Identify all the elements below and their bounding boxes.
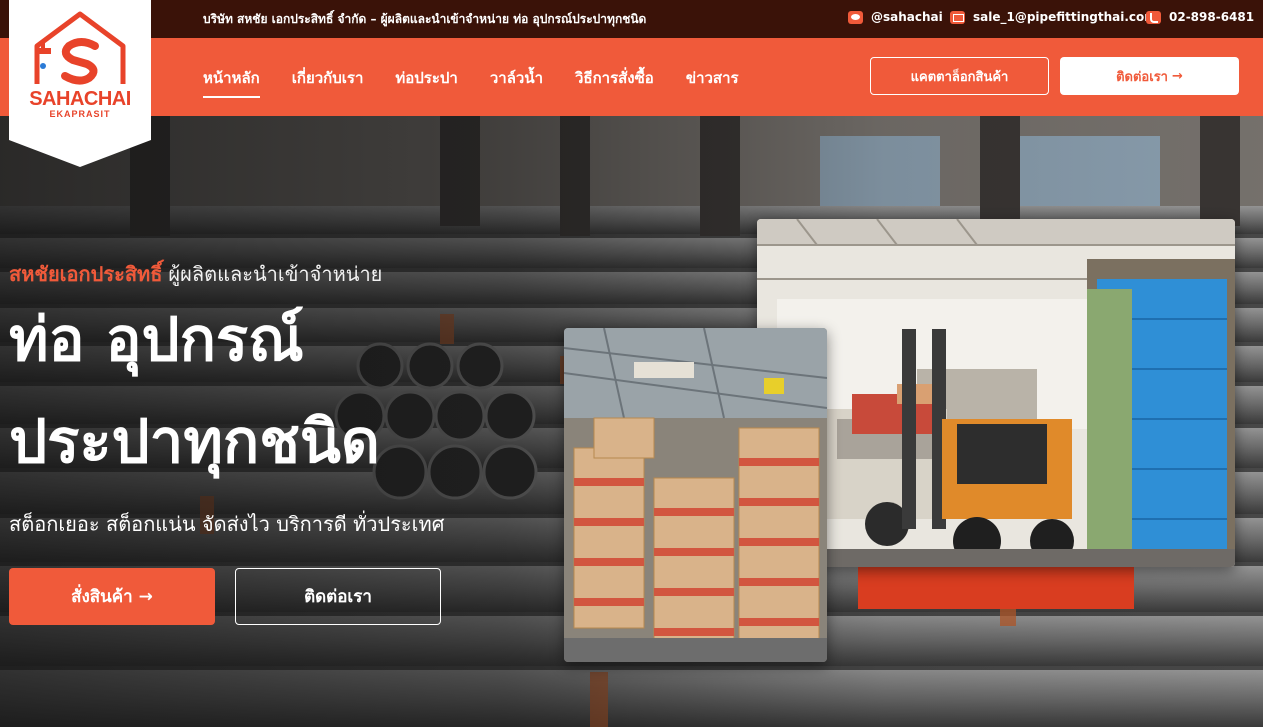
nav-item-valves[interactable]: วาล์วน้ำ [490, 66, 543, 98]
logo-badge-icon [9, 0, 151, 167]
email-address: sale_1@pipefittingthai.com [973, 10, 1157, 24]
line-contact[interactable]: @sahachai [848, 10, 943, 24]
logo-name: SAHACHAI [29, 88, 131, 110]
phone-number: 02-898-6481 [1169, 10, 1255, 24]
hero-kicker-rest: ผู้ผลิตและนำเข้าจำหน่าย [168, 262, 383, 286]
arrow-right-icon: → [1171, 68, 1183, 84]
hero-contact-button[interactable]: ติดต่อเรา [235, 568, 441, 625]
nav-item-news[interactable]: ข่าวสาร [686, 66, 739, 98]
email-contact[interactable]: sale_1@pipefittingthai.com [950, 10, 1157, 24]
nav-item-home[interactable]: หน้าหลัก [203, 66, 260, 98]
line-id: @sahachai [871, 10, 943, 24]
hero-title-line1: ท่อ อุปกรณ์ [9, 305, 304, 375]
order-button[interactable]: สั่งสินค้า → [9, 568, 215, 625]
nav-item-about[interactable]: เกี่ยวกับเรา [292, 66, 364, 98]
main-navbar: หน้าหลัก เกี่ยวกับเรา ท่อประปา วาล์วน้ำ … [0, 38, 1263, 116]
arrow-right-icon: → [138, 586, 153, 607]
phone-icon [1146, 10, 1161, 24]
contact-button[interactable]: ติดต่อเรา → [1060, 57, 1239, 95]
nav-item-pipes[interactable]: ท่อประปา [395, 66, 457, 98]
mail-icon [950, 10, 965, 24]
order-button-label: สั่งสินค้า [71, 587, 133, 607]
hero-subtitle: สต็อกเยอะ สต็อกแน่น จัดส่งไว บริการดี ทั… [9, 512, 445, 536]
forklift-photo-image [757, 219, 1235, 567]
stock-boxes-photo [564, 328, 827, 662]
forklift-warehouse-photo [757, 219, 1235, 567]
stock-boxes-image [564, 328, 827, 662]
top-info-bar: บริษัท สหชัย เอกประสิทธิ์ จำกัด – ผู้ผลิ… [0, 0, 1263, 38]
main-nav: หน้าหลัก เกี่ยวกับเรา ท่อประปา วาล์วน้ำ … [203, 66, 739, 98]
contact-button-label: ติดต่อเรา [1116, 69, 1168, 85]
photo-accent-block [858, 566, 1134, 609]
hero-brand-name: สหชัยเอกประสิทธิ์ [9, 262, 163, 286]
hero-kicker: สหชัยเอกประสิทธิ์ ผู้ผลิตและนำเข้าจำหน่าย [9, 258, 382, 290]
company-tagline: บริษัท สหชัย เอกประสิทธิ์ จำกัด – ผู้ผลิ… [203, 12, 647, 26]
logo-subname: EKAPRASIT [49, 109, 111, 119]
phone-contact[interactable]: 02-898-6481 [1146, 10, 1254, 24]
company-logo[interactable]: SAHACHAI EKAPRASIT [9, 0, 151, 167]
catalog-button[interactable]: แคตตาล็อกสินค้า [870, 57, 1049, 95]
hero-title-line2: ประปาทุกชนิด [9, 407, 380, 477]
line-icon [848, 10, 863, 24]
nav-item-how-to-order[interactable]: วิธีการสั่งซื้อ [575, 66, 654, 98]
